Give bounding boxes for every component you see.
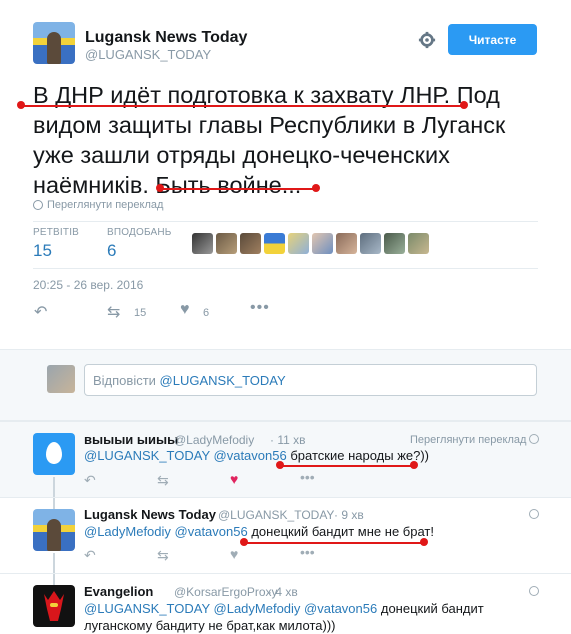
gear-icon[interactable] [418, 31, 436, 49]
retweet-icon[interactable]: ⇆ [157, 547, 169, 564]
likes-count[interactable]: 6 [107, 241, 116, 261]
reply-author-avatar[interactable] [33, 509, 75, 551]
more-icon[interactable]: ••• [250, 299, 270, 317]
reply-mentions[interactable]: @LUGANSK_TODAY @LadyMefodiy @vatavon56 [84, 601, 377, 616]
tweet-text: В ДНР идёт подготовка к захвату ЛНР. Под… [33, 80, 533, 200]
liker-avatar[interactable] [264, 233, 285, 254]
reply-body: донецкий бандит [380, 601, 484, 616]
annotation-underline [20, 105, 466, 107]
reply-body-line2: луганскому бандиту не брат,как милота))) [84, 618, 336, 633]
avatar-eye [50, 603, 58, 607]
more-icon[interactable]: ••• [300, 544, 315, 560]
liker-avatar[interactable] [192, 233, 213, 254]
annotation-dot [276, 461, 284, 469]
reply-icon[interactable]: ↶ [34, 302, 47, 322]
reply-time[interactable]: · 11 хв [270, 433, 306, 447]
reply-input-mention: @LUGANSK_TODAY [159, 373, 286, 388]
reply-author-handle[interactable]: @KorsarErgoProxy [174, 585, 278, 599]
tweet-text-line: наёмників. Быть войне... [33, 172, 302, 198]
annotation-underline [280, 465, 415, 467]
tweet-text-line: видом защиты главы Республики в Луганск [33, 112, 506, 138]
liker-avatar[interactable] [360, 233, 381, 254]
author-handle[interactable]: @LUGANSK_TODAY [85, 47, 211, 62]
reply-body: донецкий бандит мне не брат! [251, 524, 434, 539]
reply-time[interactable]: · 9 хв [334, 508, 364, 522]
reply-icon[interactable]: ↶ [84, 472, 96, 489]
reply-text: @LUGANSK_TODAY @vatavon56 братские народ… [84, 447, 429, 464]
divider [0, 497, 571, 498]
reply-author-avatar[interactable] [33, 585, 75, 627]
reply-text: @LadyMefodiy @vatavon56 донецкий бандит … [84, 523, 434, 540]
more-icon[interactable]: ••• [300, 469, 315, 485]
translate-label: Переглянути переклад [47, 199, 164, 211]
annotation-dot [420, 538, 428, 546]
reply-mentions[interactable]: @LUGANSK_TODAY @vatavon56 [84, 448, 287, 463]
reply-input[interactable]: Відповісти @LUGANSK_TODAY [84, 364, 537, 396]
liker-avatar[interactable] [312, 233, 333, 254]
reply-body: братские народы же?)) [290, 448, 430, 463]
globe-icon [33, 200, 43, 210]
liker-avatar[interactable] [240, 233, 261, 254]
retweet-action-count: 15 [134, 307, 147, 319]
reply-author-name[interactable]: выыыи ыиыы [84, 432, 178, 447]
retweets-label: РЕТВІТІВ [33, 227, 80, 238]
current-user-avatar [47, 365, 75, 393]
reply-mentions[interactable]: @LadyMefodiy @vatavon56 [84, 524, 248, 539]
heart-icon[interactable]: ♥ [180, 301, 190, 319]
tweet-text-line: уже зашли отряды донецко-чеченских [33, 142, 450, 168]
divider [33, 221, 538, 222]
follow-button[interactable]: Читасте [448, 24, 537, 55]
reply-time[interactable]: · 4 хв [268, 585, 298, 599]
reply-author-name[interactable]: Lugansk News Today [84, 507, 216, 522]
annotation-underline [244, 542, 426, 544]
annotation-dot [460, 101, 468, 109]
retweets-count[interactable]: 15 [33, 241, 52, 261]
thread-line [53, 477, 55, 509]
avatar-figure [47, 519, 61, 551]
annotation-dot [410, 461, 418, 469]
divider [0, 573, 571, 574]
author-name[interactable]: Lugansk News Today [85, 29, 247, 47]
reply-icon[interactable]: ↶ [84, 547, 96, 564]
liker-avatar[interactable] [408, 233, 429, 254]
annotation-underline [160, 188, 318, 190]
retweet-icon[interactable]: ⇆ [107, 302, 120, 322]
annotation-dot [156, 184, 164, 192]
globe-icon[interactable] [529, 509, 539, 519]
reply-author-name[interactable]: Evangelion [84, 584, 153, 599]
reply-input-prefix: Відповісти [93, 373, 160, 388]
heart-icon[interactable]: ♥ [230, 471, 238, 487]
liker-avatar[interactable] [216, 233, 237, 254]
reply-text-line: @LUGANSK_TODAY @LadyMefodiy @vatavon56 д… [84, 600, 544, 617]
thread-line [53, 553, 55, 585]
divider [33, 268, 538, 269]
egg-icon [46, 442, 62, 464]
heart-icon[interactable]: ♥ [230, 546, 238, 562]
translate-link[interactable]: Переглянути переклад [410, 434, 526, 446]
reply-text: @LUGANSK_TODAY @LadyMefodiy @vatavon56 д… [84, 600, 544, 634]
globe-icon[interactable] [529, 586, 539, 596]
reply-author-handle[interactable]: @LUGANSK_TODAY [218, 508, 334, 522]
tweet-timestamp[interactable]: 20:25 - 26 вер. 2016 [33, 278, 143, 292]
liker-avatar[interactable] [336, 233, 357, 254]
retweet-icon[interactable]: ⇆ [157, 472, 169, 489]
reply-author-handle[interactable]: @LadyMefodiy [174, 433, 254, 447]
likes-label: ВПОДОБАНЬ [107, 227, 172, 238]
liker-avatar[interactable] [288, 233, 309, 254]
annotation-dot [17, 101, 25, 109]
liker-avatar[interactable] [384, 233, 405, 254]
translate-link[interactable]: Переглянути переклад [33, 199, 163, 211]
likers-avatars [192, 233, 429, 254]
globe-icon[interactable] [529, 434, 539, 444]
author-avatar[interactable] [33, 22, 75, 64]
reply-avatar-egg[interactable] [33, 433, 75, 475]
annotation-dot [240, 538, 248, 546]
annotation-dot [312, 184, 320, 192]
avatar-figure [47, 32, 61, 64]
like-action-count: 6 [203, 307, 210, 319]
